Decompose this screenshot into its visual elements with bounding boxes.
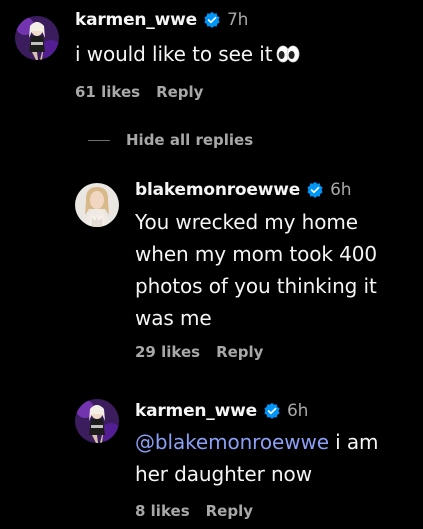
verified-badge-icon [264, 402, 280, 419]
reply-actions: 29 likes Reply [135, 343, 263, 361]
comment-text-content: i would like to see it [75, 42, 273, 66]
verified-badge-icon [307, 181, 323, 198]
eyes-emoji-icon [277, 45, 300, 63]
reply-text-line: was me [135, 306, 212, 330]
avatar[interactable] [75, 183, 119, 227]
reply-button[interactable]: Reply [156, 83, 203, 101]
reply-actions: 8 likes Reply [135, 502, 253, 520]
reply-text-line: @blakemonroewwe i am [135, 426, 379, 458]
likes-count[interactable]: 61 likes [75, 83, 140, 101]
reply-username[interactable]: karmen_wwe 6h [135, 401, 308, 421]
reply-time: 6h [330, 180, 352, 200]
hide-replies-toggle[interactable]: Hide all replies [88, 131, 253, 149]
comment-actions: 61 likes Reply [75, 83, 203, 101]
reply-time: 6h [286, 401, 309, 421]
likes-count[interactable]: 8 likes [135, 502, 190, 520]
username-text[interactable]: karmen_wwe [75, 10, 197, 30]
reply-username[interactable]: blakemonroewwe 6h [135, 180, 351, 200]
reply-text-line: her daughter now [135, 462, 312, 486]
mention-link[interactable]: @blakemonroewwe [135, 430, 329, 454]
reply-button[interactable]: Reply [216, 343, 263, 361]
reply-text-line: when my mom took 400 [135, 242, 378, 266]
reply-button[interactable]: Reply [206, 502, 253, 520]
divider-line [88, 139, 110, 141]
avatar[interactable] [75, 399, 119, 443]
avatar[interactable] [15, 16, 59, 60]
reply-text-line: You wrecked my home [135, 210, 358, 234]
reply-text: You wrecked my home when my mom took 400… [135, 206, 377, 334]
username-text[interactable]: karmen_wwe [135, 401, 257, 421]
likes-count[interactable]: 29 likes [135, 343, 200, 361]
comment-username[interactable]: karmen_wwe 7h [75, 10, 248, 30]
reply-text-line: photos of you thinking it [135, 274, 377, 298]
comment-text: i would like to see it [75, 38, 300, 70]
verified-badge-icon [204, 11, 220, 28]
reply-text-rest: i am [328, 430, 379, 454]
comment-time: 7h [226, 10, 249, 30]
username-text[interactable]: blakemonroewwe [135, 180, 300, 200]
hide-replies-label[interactable]: Hide all replies [126, 131, 253, 149]
reply-text: @blakemonroewwe i am her daughter now [135, 426, 379, 490]
